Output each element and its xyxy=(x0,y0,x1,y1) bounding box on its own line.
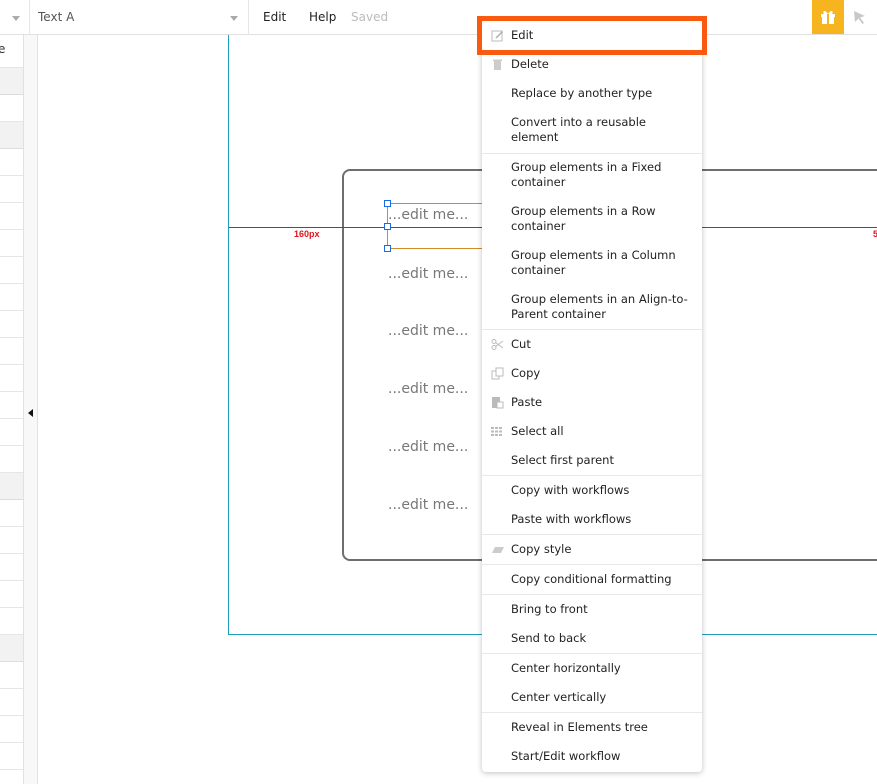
menu-divider xyxy=(482,594,702,595)
text-element[interactable]: ...edit me... xyxy=(388,207,468,223)
distance-label-right: 5 xyxy=(873,229,877,239)
element-selector-value: Text A xyxy=(38,10,75,24)
chevron-down-icon xyxy=(12,16,20,21)
menu-edit[interactable]: Edit xyxy=(263,10,286,24)
eraser-icon xyxy=(492,547,504,553)
left-panel-row[interactable] xyxy=(0,581,23,608)
menu-divider xyxy=(482,475,702,476)
save-status: Saved xyxy=(351,10,389,24)
menu-help[interactable]: Help xyxy=(309,10,336,24)
left-panel-row[interactable] xyxy=(0,608,23,635)
menu-item-group-column[interactable]: Group elements in a Column container xyxy=(482,248,702,288)
left-panel-row[interactable] xyxy=(0,446,23,473)
menu-item-select-all[interactable]: Select all xyxy=(482,424,702,453)
menu-item-paste[interactable]: Paste xyxy=(482,395,702,424)
menu-item-convert-reusable[interactable]: Convert into a reusable element xyxy=(482,115,702,151)
menu-divider xyxy=(482,534,702,535)
menu-item-start-edit-workflow[interactable]: Start/Edit workflow xyxy=(482,749,702,771)
menu-divider xyxy=(482,153,702,154)
panel-collapse-bar[interactable] xyxy=(24,35,38,784)
grid-icon xyxy=(491,427,502,436)
left-panel-row[interactable] xyxy=(0,419,23,446)
context-menu: Edit Delete Replace by another type Conv… xyxy=(482,20,702,772)
trash-icon xyxy=(493,59,502,70)
left-panel-row[interactable] xyxy=(0,500,23,527)
left-panel-row[interactable] xyxy=(0,203,23,230)
left-panel-row[interactable] xyxy=(0,311,23,338)
left-panel-row[interactable]: e xyxy=(0,35,23,68)
text-element[interactable]: ...edit me... xyxy=(388,323,468,339)
copy-icon xyxy=(491,367,504,380)
left-panel-row[interactable] xyxy=(0,149,23,176)
left-panel-row[interactable] xyxy=(0,689,23,716)
menu-divider xyxy=(482,653,702,654)
menu-item-group-row[interactable]: Group elements in a Row container xyxy=(482,204,702,244)
text-element[interactable]: ...edit me... xyxy=(388,381,468,397)
menu-divider xyxy=(482,564,702,565)
menu-item-copy-with-workflows[interactable]: Copy with workflows xyxy=(482,483,702,512)
resize-handle[interactable] xyxy=(384,200,391,207)
left-panel-row[interactable] xyxy=(0,176,23,203)
left-panel-row[interactable] xyxy=(0,338,23,365)
gift-button[interactable] xyxy=(812,0,844,34)
left-panel-header xyxy=(0,473,23,500)
pencil-icon xyxy=(491,30,503,42)
left-panel-row[interactable] xyxy=(0,365,23,392)
distance-label-left: 160px xyxy=(294,229,320,239)
caret-left-icon xyxy=(28,409,33,417)
menu-item-copy-conditional-formatting[interactable]: Copy conditional formatting xyxy=(482,572,702,594)
text-element[interactable]: ...edit me... xyxy=(388,497,468,513)
left-panel-row[interactable] xyxy=(0,662,23,689)
text-element[interactable]: ...edit me... xyxy=(388,439,468,455)
menu-item-center-horizontally[interactable]: Center horizontally xyxy=(482,661,702,690)
left-panel-row[interactable] xyxy=(0,554,23,581)
element-selector[interactable]: Text A xyxy=(30,0,249,35)
menu-divider xyxy=(482,712,702,713)
left-panel-row[interactable] xyxy=(0,527,23,554)
menu-item-select-first-parent[interactable]: Select first parent xyxy=(482,453,702,475)
menu-item-paste-with-workflows[interactable]: Paste with workflows xyxy=(482,512,702,534)
pointer-tool[interactable] xyxy=(850,8,870,28)
left-panel-row[interactable] xyxy=(0,230,23,257)
text-element[interactable]: ...edit me... xyxy=(388,266,468,282)
left-panel-row[interactable] xyxy=(0,95,23,122)
left-panel-row[interactable] xyxy=(0,284,23,311)
left-panel-row[interactable] xyxy=(0,743,23,770)
menu-item-copy[interactable]: Copy xyxy=(482,366,702,395)
menu-item-delete[interactable]: Delete xyxy=(482,57,702,86)
menu-item-replace[interactable]: Replace by another type xyxy=(482,86,702,115)
menu-item-edit[interactable]: Edit xyxy=(482,28,702,57)
left-panel-row[interactable] xyxy=(0,392,23,419)
left-panel-text: e xyxy=(0,42,5,56)
left-panel-row[interactable] xyxy=(0,716,23,743)
scissors-icon xyxy=(491,339,504,350)
left-panel-row[interactable] xyxy=(0,257,23,284)
menu-item-group-fixed[interactable]: Group elements in a Fixed container xyxy=(482,160,702,200)
menu-item-center-vertically[interactable]: Center vertically xyxy=(482,690,702,712)
left-panel: e xyxy=(0,35,24,784)
menu-divider xyxy=(482,329,702,330)
paste-icon xyxy=(492,397,504,409)
chevron-down-icon xyxy=(230,16,238,21)
resize-handle[interactable] xyxy=(384,223,391,230)
menu-item-reveal-in-tree[interactable]: Reveal in Elements tree xyxy=(482,720,702,749)
resize-handle[interactable] xyxy=(384,245,391,252)
left-panel-header xyxy=(0,122,23,149)
cursor-arrow-icon xyxy=(854,11,865,24)
left-panel-header xyxy=(0,68,23,95)
top-bar: Text A Edit Help Saved xyxy=(0,0,877,35)
menu-item-copy-style[interactable]: Copy style xyxy=(482,542,702,564)
left-panel-header xyxy=(0,635,23,662)
menu-item-send-to-back[interactable]: Send to back xyxy=(482,631,702,653)
menu-item-group-align-to-parent[interactable]: Group elements in an Align-to-Parent con… xyxy=(482,292,702,328)
gift-icon xyxy=(821,10,835,24)
menu-item-bring-to-front[interactable]: Bring to front xyxy=(482,602,702,631)
page-dropdown[interactable] xyxy=(0,0,30,35)
menu-item-cut[interactable]: Cut xyxy=(482,337,702,366)
